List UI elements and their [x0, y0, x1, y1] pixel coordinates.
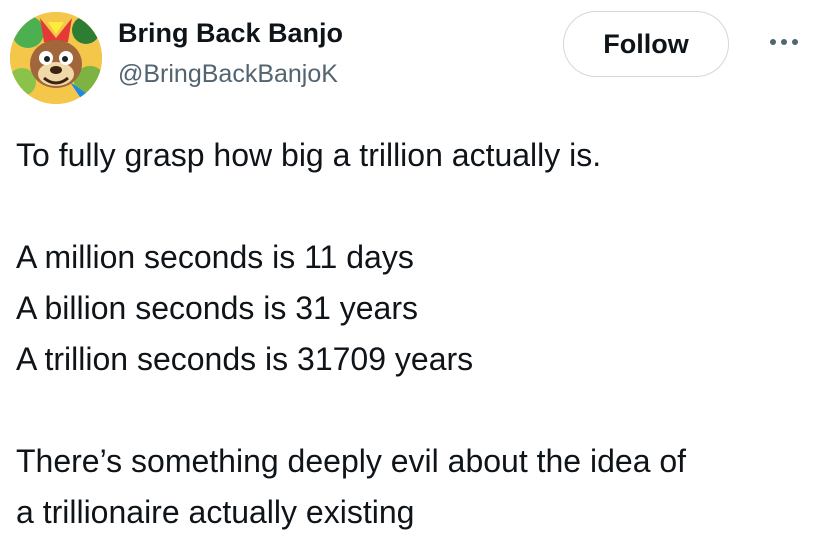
tweet-line: A million seconds is 11 days — [16, 239, 414, 275]
tweet-text: To fully grasp how big a trillion actual… — [16, 130, 806, 538]
tweet-line: A trillion seconds is 31709 years — [16, 341, 474, 377]
user-handle[interactable]: @BringBackBanjoK — [118, 58, 338, 90]
character-avatar-icon — [10, 12, 102, 104]
tweet-line: There’s something deeply evil about the … — [16, 443, 687, 479]
more-options-icon[interactable] — [764, 30, 804, 54]
follow-button[interactable]: Follow — [563, 11, 729, 77]
tweet-line: A billion seconds is 31 years — [16, 290, 418, 326]
avatar[interactable] — [10, 12, 102, 104]
display-name[interactable]: Bring Back Banjo — [118, 16, 343, 50]
tweet-line: To fully grasp how big a trillion actual… — [16, 137, 602, 173]
tweet-line: a trillionaire actually existing — [16, 494, 415, 530]
